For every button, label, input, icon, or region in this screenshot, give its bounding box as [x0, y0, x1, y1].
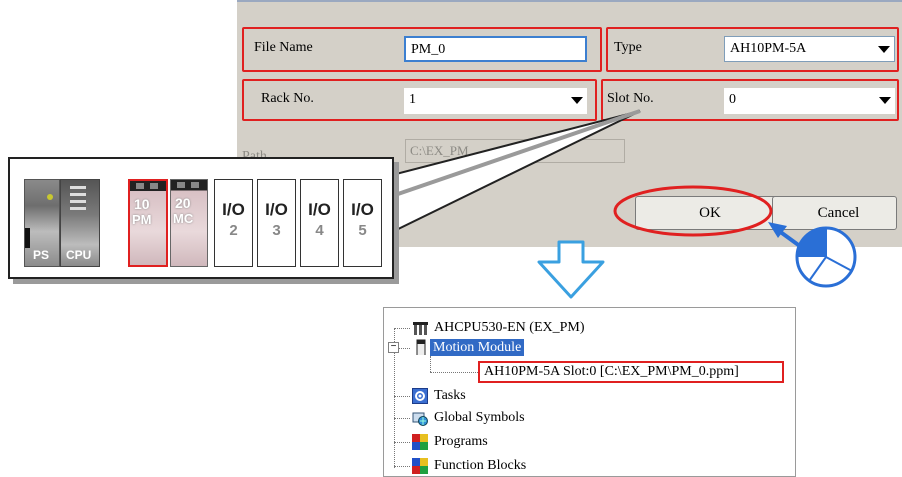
- tree-item-tasks[interactable]: Tasks: [412, 386, 466, 406]
- io-slot-number: 3: [272, 222, 281, 239]
- tree-guide-line: [394, 442, 410, 443]
- tree-item-label: Global Symbols: [434, 410, 525, 425]
- programs-icon: [412, 434, 428, 450]
- pm-module: 10 PM: [128, 179, 168, 267]
- globe-icon: [412, 412, 428, 426]
- tree-item-label: AHCPU530-EN (EX_PM): [434, 320, 585, 335]
- tree-item-motion-child[interactable]: AH10PM-5A Slot:0 [C:\EX_PM\PM_0.ppm]: [484, 362, 739, 382]
- mc-label: MC: [173, 211, 194, 226]
- plc-icon: [413, 322, 428, 335]
- pm-number: 10: [134, 196, 150, 212]
- callout-shadow: [394, 109, 641, 197]
- tree-item-root[interactable]: AHCPU530-EN (EX_PM): [412, 318, 585, 338]
- power-supply-module: PS: [24, 179, 60, 267]
- led-icon: [191, 182, 199, 188]
- power-led-icon: [47, 194, 53, 200]
- led-icon: [150, 183, 158, 189]
- io-slot-number: 2: [229, 222, 238, 239]
- module-icon: [416, 339, 426, 355]
- callout-wedge: [391, 110, 641, 234]
- tree-guide-line: [430, 372, 478, 373]
- io-slot-3: I/O 3: [257, 179, 296, 267]
- io-slot-2: I/O 2: [214, 179, 253, 267]
- io-slot-number: 5: [358, 222, 367, 239]
- tree-guide-line: [394, 328, 410, 329]
- rack-callout: PS CPU 10 PM 20 MC I/O 2 I/O 3 I/O 4 I/O…: [8, 157, 394, 279]
- tree-guide-line: [394, 418, 410, 419]
- io-slot-label: I/O: [222, 200, 245, 219]
- function-blocks-icon: [412, 458, 428, 474]
- led-icon: [177, 182, 185, 188]
- tree-item-global-symbols[interactable]: Global Symbols: [412, 408, 525, 428]
- tree-guide-line: [430, 356, 431, 372]
- tree-guide-line: [394, 466, 410, 467]
- pm-label: PM: [132, 212, 152, 227]
- tree-item-label: Function Blocks: [434, 458, 527, 473]
- collapse-toggle-icon[interactable]: −: [388, 342, 399, 353]
- cpu-led-icon: [70, 186, 86, 210]
- led-icon: [136, 183, 144, 189]
- tree-item-label: Motion Module: [430, 339, 525, 356]
- tree-item-programs[interactable]: Programs: [412, 432, 488, 452]
- tree-guide-line: [398, 348, 410, 349]
- tree-item-label: AH10PM-5A Slot:0 [C:\EX_PM\PM_0.ppm]: [484, 364, 739, 379]
- tree-item-label: Programs: [434, 434, 488, 449]
- connector-icon: [25, 228, 30, 248]
- io-slot-4: I/O 4: [300, 179, 339, 267]
- power-supply-label: PS: [33, 248, 50, 262]
- io-slot-label: I/O: [351, 200, 374, 219]
- tree-item-motion-module[interactable]: Motion Module: [412, 338, 525, 358]
- io-slot-5: I/O 5: [343, 179, 382, 267]
- tree-item-function-blocks[interactable]: Function Blocks: [412, 456, 526, 476]
- gear-icon: [412, 388, 428, 404]
- io-slot-label: I/O: [265, 200, 288, 219]
- io-slot-label: I/O: [308, 200, 331, 219]
- cpu-label: CPU: [66, 248, 92, 262]
- tree-guide-line: [394, 396, 410, 397]
- io-slot-number: 4: [315, 222, 324, 239]
- tree-item-label: Tasks: [434, 388, 466, 403]
- mc-module: 20 MC: [170, 179, 208, 267]
- mc-number: 20: [175, 195, 191, 211]
- project-tree: AHCPU530-EN (EX_PM) − Motion Module AH10…: [383, 307, 796, 477]
- cpu-module: CPU: [60, 179, 100, 267]
